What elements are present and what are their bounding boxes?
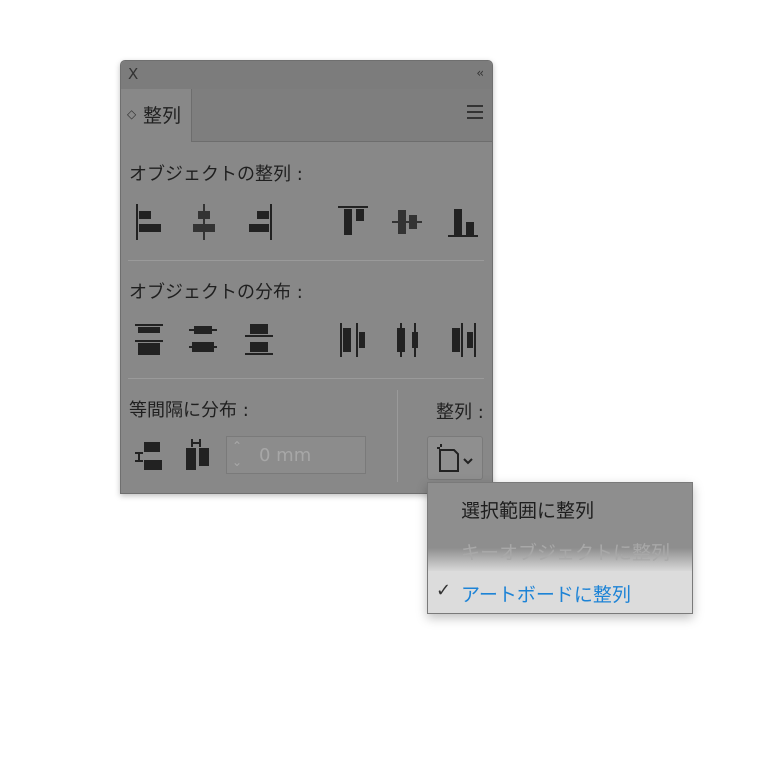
- distribute-objects-label: オブジェクトの分布 :: [129, 282, 303, 303]
- distribute-bottom-edge-icon: [245, 324, 273, 355]
- distribute-horizontal-center-button[interactable]: [390, 320, 426, 360]
- spacing-stepper-icon[interactable]: ⌃ ⌄: [232, 438, 242, 470]
- align-top-edge-icon: [338, 206, 368, 235]
- align-to-label: 整列 :: [436, 402, 484, 423]
- align-to-artboard-icon: [437, 444, 473, 472]
- tab-row: ◇ 整列: [121, 89, 492, 142]
- distribute-top-edge-button[interactable]: [132, 320, 168, 360]
- section-divider: [128, 260, 484, 261]
- align-top-edge-button[interactable]: [336, 202, 372, 242]
- align-left-edge-icon: [136, 204, 161, 240]
- distribute-vertical-center-button[interactable]: [186, 320, 222, 360]
- distribute-bottom-edge-button[interactable]: [242, 320, 278, 360]
- vertical-divider: [397, 390, 398, 482]
- distribute-left-edge-icon: [340, 323, 365, 357]
- vertical-distribute-space-icon: [135, 442, 162, 470]
- panel-menu-icon[interactable]: [467, 105, 483, 119]
- distribute-left-edge-button[interactable]: [336, 320, 372, 360]
- align-objects-label: オブジェクトの整列 :: [129, 164, 303, 185]
- align-vertical-center-button[interactable]: [390, 202, 426, 242]
- distribute-spacing-label: 等間隔に分布 :: [129, 400, 249, 421]
- tab-toggle-icon[interactable]: ◇: [127, 107, 136, 121]
- horizontal-distribute-space-icon: [186, 439, 209, 470]
- spacing-field[interactable]: ⌃ ⌄ 0 mm: [226, 436, 366, 474]
- align-horizontal-center-button[interactable]: [186, 202, 222, 242]
- tab-align[interactable]: ◇ 整列: [121, 89, 192, 142]
- close-icon[interactable]: X: [128, 65, 138, 83]
- tab-label: 整列: [143, 105, 182, 127]
- section-divider: [128, 378, 484, 379]
- align-vertical-center-icon: [392, 210, 422, 234]
- menu-item-align-to-artboard[interactable]: ✓ アートボードに整列: [428, 571, 692, 613]
- menu-item-align-to-key-object: キーオブジェクトに整列: [428, 529, 692, 571]
- collapse-icon[interactable]: ‹‹: [476, 66, 483, 80]
- align-to-dropdown[interactable]: [427, 436, 483, 480]
- vertical-distribute-space-button[interactable]: [132, 438, 168, 478]
- align-bottom-edge-icon: [448, 209, 478, 237]
- align-right-edge-icon: [249, 204, 272, 240]
- align-horizontal-center-icon: [193, 204, 215, 240]
- distribute-horizontal-center-icon: [397, 323, 418, 357]
- align-right-edge-button[interactable]: [242, 202, 278, 242]
- spacing-value: 0 mm: [259, 445, 312, 466]
- align-left-edge-button[interactable]: [132, 202, 168, 242]
- horizontal-distribute-space-button[interactable]: [182, 438, 218, 478]
- distribute-vertical-center-icon: [189, 326, 217, 352]
- panel-titlebar: X ‹‹: [121, 61, 492, 90]
- distribute-right-edge-button[interactable]: [446, 320, 482, 360]
- align-bottom-edge-button[interactable]: [446, 202, 482, 242]
- align-panel: X ‹‹ ◇ 整列: [120, 60, 493, 494]
- checkmark-icon: ✓: [436, 580, 452, 601]
- distribute-right-edge-icon: [452, 323, 476, 357]
- align-to-menu: 選択範囲に整列 キーオブジェクトに整列 ✓ アートボードに整列: [427, 482, 693, 614]
- distribute-top-edge-icon: [135, 324, 163, 355]
- menu-item-align-to-selection[interactable]: 選択範囲に整列: [428, 487, 692, 529]
